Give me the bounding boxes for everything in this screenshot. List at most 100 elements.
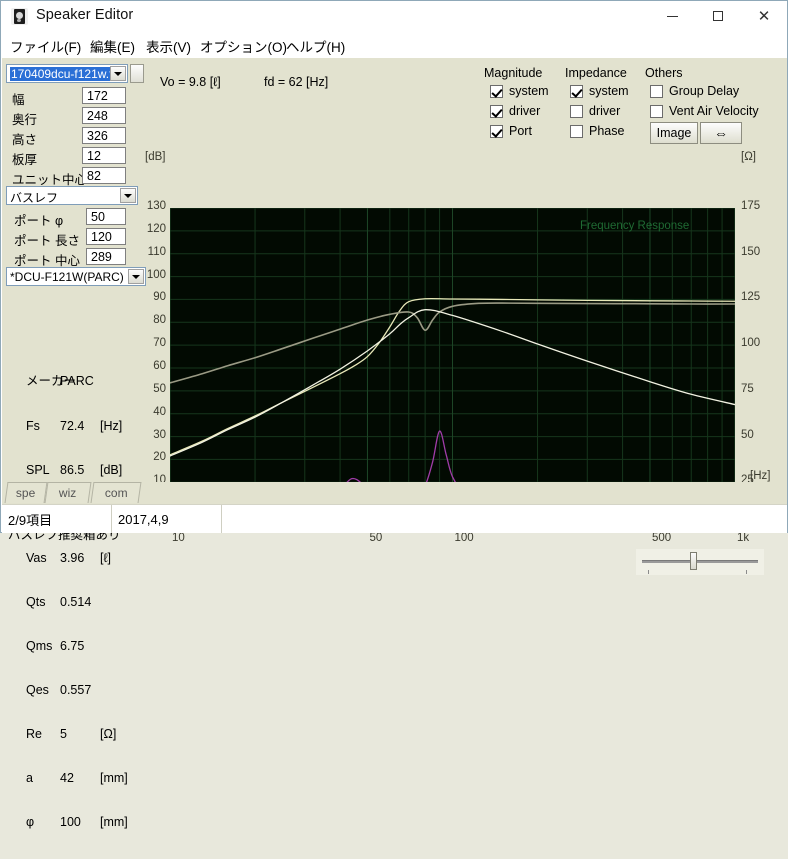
maximize-button[interactable] [695,1,741,31]
x-tick: 50 [369,532,383,544]
port-diameter-field[interactable]: 50 [86,208,126,225]
param-key: a [26,771,33,786]
menu-view[interactable]: 表示(V) [143,36,194,55]
checkbox-label: system [509,84,549,98]
param-value: 86.5 [60,462,85,477]
checkbox-label: system [589,84,629,98]
zoom-slider[interactable] [636,549,764,575]
tab-spe[interactable]: spe [4,482,48,503]
status-date: 2017,4,9 [112,505,222,533]
param-value: 100 [60,815,81,830]
height-field[interactable]: 326 [82,127,126,144]
axis-label-right: [Ω] [741,151,756,163]
param-unit: [ℓ] [100,550,111,565]
param-unit: [dB] [100,462,123,477]
label-thickness: 板厚 [12,153,38,167]
chevron-down-icon[interactable] [110,66,126,81]
chart-svg [169,207,736,529]
status-extra [222,505,785,533]
menu-options[interactable]: オプション(O) [197,36,290,55]
close-icon: ✕ [757,7,771,25]
depth-field[interactable]: 248 [82,107,126,124]
x-tick: 1k [737,532,750,544]
unit-center-field[interactable]: 82 [82,167,126,184]
y-tick-left: 110 [147,245,166,258]
y-tick-left: 40 [153,405,166,418]
checkbox-label: Vent Air Velocity [669,104,759,118]
image-button[interactable]: Image [650,122,698,144]
driver-parameters: メーカーPARC Fs72.4[Hz] SPL86.5[dB] Mms5.05[… [26,345,128,859]
tab-label: com [104,486,128,500]
frequency-response-chart[interactable]: Frequency Response [169,207,736,529]
window-title: Speaker Editor [36,7,134,23]
label-width: 幅 [12,93,25,107]
y-tick-left: 90 [153,291,166,304]
thickness-value: 12 [87,149,101,163]
y-tick-left: 50 [153,382,166,395]
driver-combo[interactable]: *DCU-F121W(PARC) [6,267,146,286]
width-value: 172 [87,89,108,103]
chevron-down-icon[interactable] [120,188,136,203]
driver-combo-value: *DCU-F121W(PARC) [10,270,124,284]
port-center-value: 289 [91,250,112,264]
port-center-field[interactable]: 289 [86,248,126,265]
y-tick-left: 60 [153,360,166,372]
menu-file[interactable]: ファイル(F) [7,36,84,55]
fd-readout: fd = 62 [Hz] [264,75,329,89]
param-value: PARC [60,374,94,389]
unit-center-value: 82 [87,169,101,183]
param-value: 42 [60,771,74,786]
tab-label: wiz [59,486,77,500]
param-value: 6.75 [60,638,85,653]
check-icon [570,125,583,138]
tab-com[interactable]: com [90,482,142,503]
port-length-value: 120 [91,230,112,244]
param-value: 3.96 [60,550,85,565]
tab-wiz[interactable]: wiz [44,482,92,503]
file-browse-button[interactable] [130,64,144,83]
chevron-down-icon[interactable] [128,269,144,284]
slider-thumb[interactable] [690,552,697,570]
param-unit: [mm] [100,771,128,786]
param-key: Qts [26,594,46,609]
y-tick-right: 150 [741,245,761,258]
y-tick-left: 70 [153,337,166,350]
param-key: SPL [26,462,50,477]
check-icon [490,85,503,98]
menu-help[interactable]: ヘルプ(H) [283,36,348,55]
slider-track [642,560,758,563]
port-length-field[interactable]: 120 [86,228,126,245]
status-item-count: 2/9項目 [2,505,112,533]
axis-label-left: [dB] [145,151,166,163]
y-tick-left: 120 [146,222,166,235]
param-key: Re [26,727,42,742]
label-port-length: ポート 長さ [14,234,80,248]
y-tick-left: 30 [153,428,166,441]
param-key: Qes [26,683,49,698]
param-value: 5 [60,727,67,742]
height-value: 326 [87,129,108,143]
x-tick: 10 [172,532,185,544]
application-window: Speaker Editor ✕ ファイル(F) 編集(E) 表示(V) オプシ… [0,0,788,829]
checkbox-label: driver [589,104,621,118]
close-button[interactable]: ✕ [741,1,787,31]
param-key: φ [26,815,35,830]
file-combo[interactable]: 170409dcu-f121w.txt [6,64,128,83]
swap-axis-button[interactable]: ⇔ [700,122,742,144]
menu-edit[interactable]: 編集(E) [87,36,138,55]
param-unit: [mm] [100,815,128,830]
thickness-field[interactable]: 12 [82,147,126,164]
param-value: 72.4 [60,418,85,433]
y-tick-right: 100 [741,337,761,350]
label-port-diameter: ポート φ [14,214,64,228]
tab-label: spe [16,486,36,500]
enclosure-type-combo[interactable]: バスレフ [6,186,138,205]
minimize-button[interactable] [649,1,695,31]
y-tick-right: 50 [741,428,754,441]
label-height: 高さ [12,133,38,147]
checkbox-label: Port [509,124,532,138]
title-bar: Speaker Editor ✕ [1,1,787,32]
port-diameter-value: 50 [91,210,105,224]
width-field[interactable]: 172 [82,87,126,104]
status-bar: 2/9項目 2017,4,9 [2,504,787,533]
